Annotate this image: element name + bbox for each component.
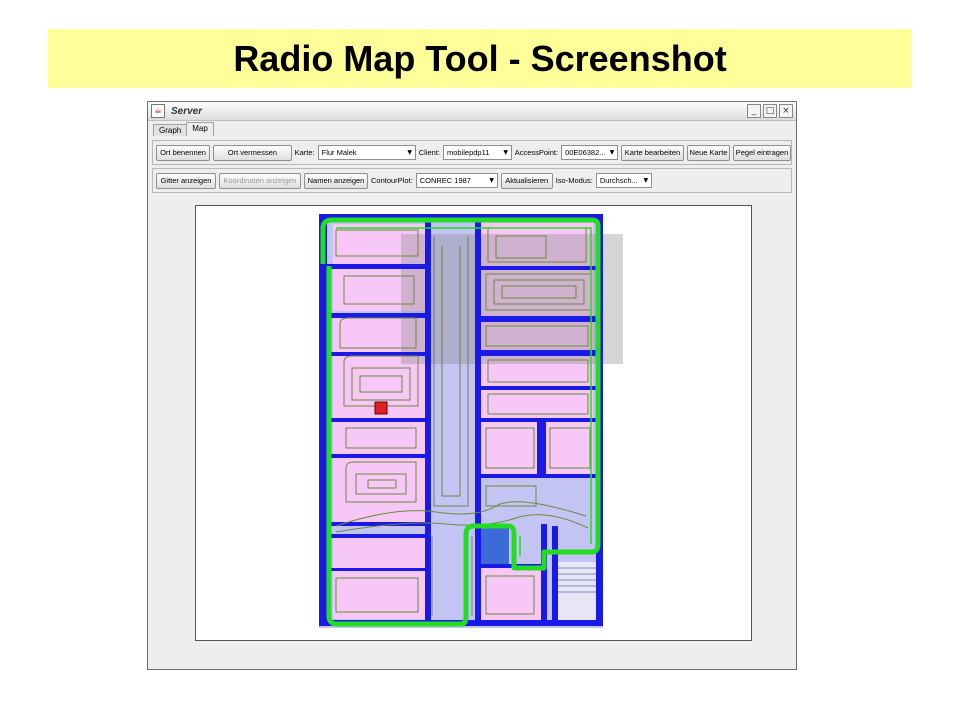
floor-plan-map[interactable] (196, 206, 751, 640)
client-label: Client: (418, 148, 440, 157)
room (333, 458, 425, 522)
room (333, 538, 425, 568)
server-window: ☕ Server _ □ × Graph Map Ort benennen Or… (147, 101, 797, 670)
slide-title-banner: Radio Map Tool - Screenshot (48, 29, 912, 88)
accesspoint-select-value: 00E06382... (565, 148, 606, 157)
chevron-down-icon: ▼ (609, 149, 615, 156)
ort-vermessen-button[interactable]: Ort vermessen (213, 144, 292, 161)
chevron-down-icon: ▼ (489, 177, 495, 184)
karte-label: Karte: (294, 148, 315, 157)
aktualisieren-button[interactable]: Aktualisieren (500, 172, 553, 189)
toolbar-view-options: Gitter anzeigen Koordinaten anzeigen Nam… (152, 168, 792, 193)
client-select-value: mobilepdp11 (447, 148, 490, 157)
wall-horizontal (481, 474, 596, 478)
wall-horizontal (481, 316, 596, 322)
wall-horizontal (327, 418, 425, 422)
pegel-eintragen-button[interactable]: Pegel eintragen (733, 144, 791, 161)
wall-outer-left (319, 214, 327, 624)
window-title: Server (171, 105, 203, 117)
tab-graph[interactable]: Graph (153, 124, 188, 136)
isomodus-label: Iso-Modus: (555, 176, 593, 185)
wall-horizontal (481, 386, 596, 390)
namen-anzeigen-button[interactable]: Namen anzeigen (304, 172, 368, 189)
contourplot-select[interactable]: CONREC 1987 ▼ (415, 173, 498, 188)
stairs (558, 562, 598, 620)
chevron-down-icon: ▼ (407, 149, 413, 156)
wall-vertical (537, 422, 546, 474)
isomodus-select[interactable]: Durchsch... ▼ (595, 173, 652, 188)
wall-horizontal (481, 266, 596, 270)
client-select[interactable]: mobilepdp11 ▼ (443, 145, 512, 160)
close-icon[interactable]: × (779, 104, 793, 118)
wall-vertical (541, 524, 547, 620)
accesspoint-label: AccessPoint: (514, 148, 559, 157)
room (333, 422, 425, 454)
gitter-anzeigen-button[interactable]: Gitter anzeigen (156, 172, 216, 189)
stairwell-dark (481, 528, 509, 566)
tab-bar: Graph Map (148, 121, 796, 136)
wall-vertical (475, 220, 481, 620)
chevron-down-icon: ▼ (503, 149, 509, 156)
karte-bearbeiten-button[interactable]: Karte bearbeiten (621, 144, 684, 161)
contourplot-select-value: CONREC 1987 (419, 176, 471, 185)
neue-karte-button[interactable]: Neue Karte (687, 144, 730, 161)
wall-horizontal (481, 350, 596, 356)
position-marker[interactable] (374, 401, 388, 415)
toolbar-map-actions: Ort benennen Ort vermessen Karte: Flur M… (152, 140, 792, 165)
ort-benennen-button[interactable]: Ort benennen (156, 144, 211, 161)
map-canvas[interactable] (195, 205, 752, 641)
karte-select[interactable]: Flur Malek ▼ (317, 145, 416, 160)
maximize-icon[interactable]: □ (763, 104, 777, 118)
accesspoint-select[interactable]: 00E06382... ▼ (561, 145, 618, 160)
wall-horizontal (327, 568, 425, 571)
wall-horizontal (327, 264, 425, 269)
contourplot-label: ContourPlot: (371, 176, 413, 185)
wall-horizontal (327, 534, 425, 538)
wall-horizontal (327, 454, 425, 458)
minimize-icon[interactable]: _ (747, 104, 761, 118)
wall-horizontal (481, 418, 596, 422)
koordinaten-anzeigen-button[interactable]: Koordinaten anzeigen (219, 172, 301, 189)
window-titlebar[interactable]: ☕ Server _ □ × (148, 102, 796, 121)
karte-select-value: Flur Malek (321, 148, 357, 157)
room (481, 422, 537, 474)
tab-map[interactable]: Map (186, 122, 214, 136)
java-icon: ☕ (151, 104, 165, 118)
isomodus-select-value: Durchsch... (599, 176, 638, 185)
chevron-down-icon: ▼ (643, 177, 649, 184)
wall-horizontal (327, 352, 425, 356)
wall-vertical (552, 526, 558, 620)
room (546, 422, 593, 474)
wall-vertical (425, 220, 431, 620)
slide-title: Radio Map Tool - Screenshot (233, 37, 727, 79)
wall-horizontal (327, 313, 425, 318)
